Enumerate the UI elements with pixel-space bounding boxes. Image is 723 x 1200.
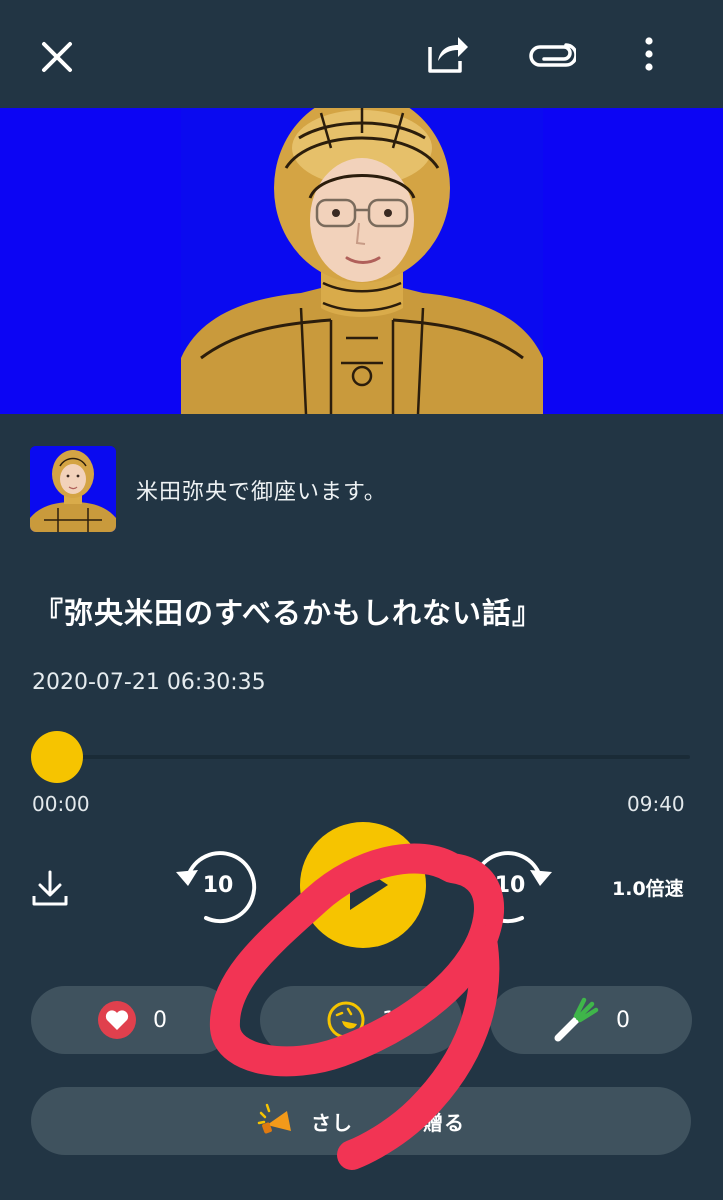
current-time: 00:00	[32, 792, 90, 816]
playback-speed[interactable]: 1.0倍速	[612, 874, 684, 901]
like-button[interactable]: 0	[31, 986, 233, 1054]
laugh-button[interactable]: 1	[260, 986, 462, 1054]
more-vertical-icon[interactable]	[626, 26, 672, 82]
channel-name[interactable]: 米田弥央で御座います。	[136, 474, 387, 506]
channel-avatar[interactable]	[30, 446, 116, 532]
negi-button[interactable]: 0	[490, 986, 692, 1054]
gift-label-right: 贈る	[423, 1110, 465, 1135]
send-gift-button[interactable]: さし 贈る	[31, 1087, 691, 1155]
episode-title: 『弥央米田のすべるかもしれない話』	[34, 596, 542, 630]
download-icon[interactable]	[24, 862, 76, 914]
megaphone-icon	[257, 1103, 291, 1134]
seek-bar[interactable]	[56, 755, 690, 759]
green-onion-icon	[554, 997, 599, 1042]
laugh-face-icon	[327, 1001, 365, 1039]
episode-cover-image	[0, 108, 723, 414]
forward-10-button[interactable]: 10	[468, 842, 560, 928]
play-button[interactable]	[300, 822, 426, 948]
rewind-seconds: 10	[202, 872, 234, 898]
heart-icon	[98, 1001, 136, 1039]
cover-photo	[181, 108, 543, 414]
like-count: 0	[153, 1007, 167, 1033]
forward-seconds: 10	[494, 872, 526, 898]
close-icon[interactable]	[30, 30, 84, 84]
top-bar	[0, 0, 723, 108]
duration: 09:40	[627, 792, 685, 816]
laugh-count: 1	[382, 1007, 396, 1033]
seek-handle[interactable]	[31, 731, 83, 783]
negi-count: 0	[616, 1007, 630, 1033]
rewind-10-button[interactable]: 10	[168, 842, 260, 928]
episode-date: 2020-07-21 06:30:35	[32, 670, 266, 695]
gift-label-left: さし	[311, 1110, 353, 1135]
share-icon[interactable]	[420, 26, 476, 82]
paperclip-icon[interactable]	[524, 26, 580, 82]
play-icon	[350, 860, 388, 910]
